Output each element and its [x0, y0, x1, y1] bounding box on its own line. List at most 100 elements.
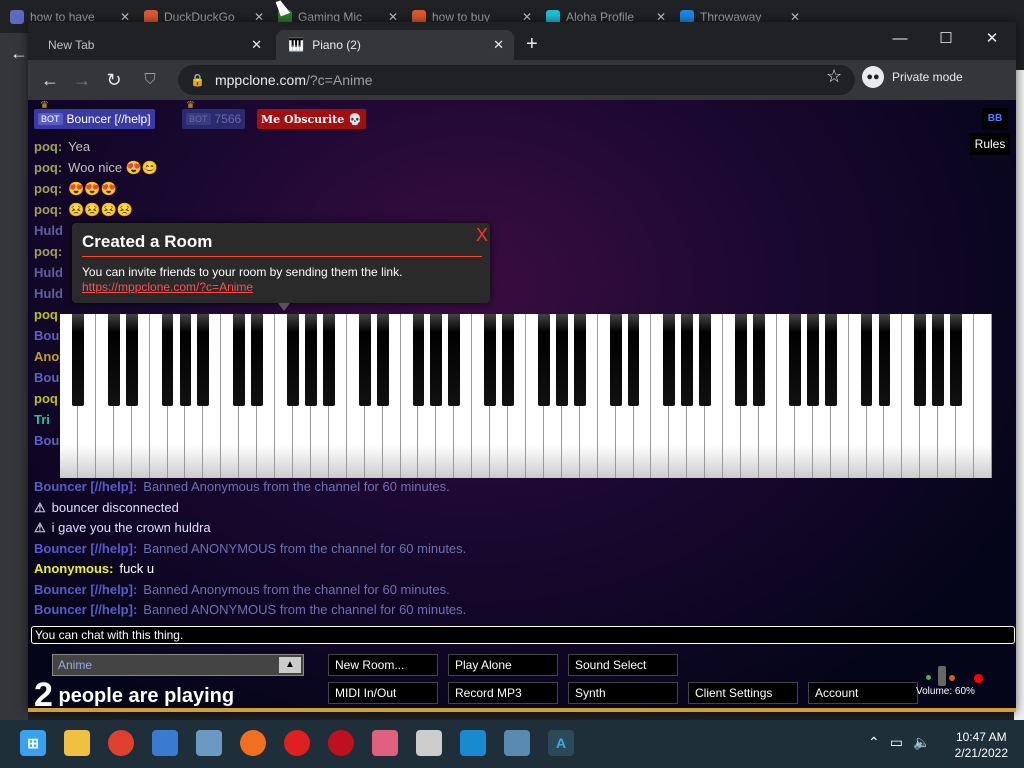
- player-badge[interactable]: Me Obscurite 💀: [257, 109, 366, 129]
- tab-strip: New Tab ✕ 🎹 Piano (2) ✕ + — ☐ ✕: [28, 22, 1016, 60]
- page-content: BOT Bouncer [//help] BOT 7566 Me Obscuri…: [28, 100, 1016, 712]
- black-key[interactable]: [412, 314, 425, 406]
- room-link[interactable]: https://mppclone.com/?c=Anime: [82, 280, 253, 294]
- back-arrow-icon[interactable]: ←: [10, 43, 28, 64]
- black-key[interactable]: [197, 314, 210, 406]
- address-bar[interactable]: 🔒 mppclone.com/?c=Anime: [178, 65, 855, 95]
- private-mode-label: Private mode: [892, 70, 963, 84]
- reload-icon[interactable]: ↻: [102, 68, 126, 92]
- black-key[interactable]: [806, 314, 819, 406]
- new-tab-button[interactable]: +: [526, 34, 538, 54]
- chevron-up-icon[interactable]: ⌃: [868, 734, 880, 751]
- maximize-icon[interactable]: ☐: [924, 26, 968, 52]
- opera-icon[interactable]: [284, 730, 310, 756]
- black-key[interactable]: [502, 314, 514, 406]
- white-key[interactable]: [974, 314, 992, 478]
- roblox-icon[interactable]: [416, 730, 442, 756]
- black-key[interactable]: [735, 314, 747, 406]
- black-key[interactable]: [753, 314, 765, 406]
- clock[interactable]: 10:47 AM 2/21/2022: [955, 729, 1008, 761]
- player-badge[interactable]: BOT Bouncer [//help]: [34, 109, 155, 129]
- firefox-icon[interactable]: [240, 730, 266, 756]
- black-key[interactable]: [824, 314, 837, 406]
- midi-button[interactable]: MIDI In/Out: [328, 682, 438, 704]
- black-key[interactable]: [107, 314, 120, 406]
- rules-button[interactable]: Rules: [970, 133, 1010, 155]
- play-alone-button[interactable]: Play Alone: [448, 654, 558, 676]
- black-key[interactable]: [555, 314, 568, 406]
- tab-piano[interactable]: 🎹 Piano (2) ✕: [276, 30, 514, 60]
- black-key[interactable]: [376, 314, 389, 406]
- black-key[interactable]: [914, 314, 927, 406]
- bookmark-star-icon[interactable]: ☆: [826, 66, 842, 87]
- network-icon[interactable]: ▭: [890, 734, 903, 751]
- black-key[interactable]: [322, 314, 335, 406]
- black-key[interactable]: [251, 314, 264, 406]
- black-key[interactable]: [125, 314, 138, 406]
- black-key[interactable]: [950, 314, 963, 406]
- private-mode-badge[interactable]: ●● Private mode: [862, 66, 963, 88]
- store-icon[interactable]: [152, 730, 178, 756]
- sound-select-button[interactable]: Sound Select: [568, 654, 678, 676]
- new-room-button[interactable]: New Room...: [328, 654, 438, 676]
- black-key[interactable]: [573, 314, 586, 406]
- opera-gx-icon[interactable]: [328, 730, 354, 756]
- close-dialog-button[interactable]: X: [476, 225, 488, 246]
- shield-icon[interactable]: ⛉: [138, 68, 162, 92]
- windows-icon[interactable]: [460, 730, 486, 756]
- black-key[interactable]: [609, 314, 622, 406]
- minimize-icon[interactable]: —: [878, 26, 922, 52]
- close-tab-icon[interactable]: ✕: [493, 37, 504, 53]
- volume-icon[interactable]: 🔈: [913, 734, 930, 751]
- black-key[interactable]: [699, 314, 712, 406]
- chat-text: Yea: [68, 139, 91, 154]
- black-key[interactable]: [663, 314, 676, 406]
- chrome-icon[interactable]: [108, 730, 134, 756]
- client-settings-button[interactable]: Client Settings: [688, 682, 798, 704]
- player-name: Me Obscurite: [261, 112, 345, 126]
- volume-slider[interactable]: [938, 666, 946, 686]
- created-room-dialog: Created a Room X You can invite friends …: [72, 223, 490, 311]
- black-key[interactable]: [179, 314, 192, 406]
- black-key[interactable]: [932, 314, 945, 406]
- record-mp3-button[interactable]: Record MP3: [448, 682, 558, 704]
- synth-button[interactable]: Synth: [568, 682, 678, 704]
- black-key[interactable]: [72, 314, 84, 406]
- close-tab-icon[interactable]: ✕: [251, 37, 262, 53]
- black-key[interactable]: [448, 314, 461, 406]
- account-button[interactable]: Account: [808, 682, 918, 704]
- black-key[interactable]: [681, 314, 694, 406]
- black-key[interactable]: [538, 314, 550, 406]
- black-key[interactable]: [788, 314, 801, 406]
- player-badge[interactable]: BOT 7566: [182, 109, 246, 129]
- black-key[interactable]: [287, 314, 299, 406]
- back-icon[interactable]: ←: [38, 68, 62, 92]
- forward-icon[interactable]: →: [70, 68, 94, 92]
- black-key[interactable]: [305, 314, 317, 406]
- black-key[interactable]: [878, 314, 891, 406]
- cube-3d-icon[interactable]: [504, 730, 530, 756]
- browser-window: New Tab ✕ 🎹 Piano (2) ✕ + — ☐ ✕ ← → ↻ ⛉ …: [28, 22, 1016, 712]
- player-name: 7566: [214, 112, 242, 126]
- room-select[interactable]: Anime ▲: [52, 654, 304, 676]
- aloha-browser-icon[interactable]: A: [548, 730, 574, 756]
- windows-start-icon[interactable]: ⊞: [20, 730, 46, 756]
- rules-icon[interactable]: BB: [982, 108, 1008, 130]
- photos-icon[interactable]: [196, 730, 222, 756]
- black-key[interactable]: [484, 314, 497, 406]
- file-explorer-icon[interactable]: [64, 730, 90, 756]
- black-key[interactable]: [860, 314, 873, 406]
- close-window-icon[interactable]: ✕: [970, 26, 1014, 52]
- system-tray: ⌃ ▭ 🔈: [868, 734, 930, 751]
- chevron-up-icon[interactable]: ▲: [279, 657, 301, 673]
- player-count-number: 2: [34, 676, 53, 712]
- black-key[interactable]: [627, 314, 640, 406]
- black-key[interactable]: [430, 314, 443, 406]
- black-key[interactable]: [233, 314, 246, 406]
- piano-keyboard[interactable]: [60, 314, 992, 478]
- black-key[interactable]: [358, 314, 371, 406]
- paint-icon[interactable]: [372, 730, 398, 756]
- black-key[interactable]: [161, 314, 174, 406]
- tab-new-tab[interactable]: New Tab ✕: [36, 30, 272, 60]
- chat-input[interactable]: You can chat with this thing.: [31, 626, 1015, 644]
